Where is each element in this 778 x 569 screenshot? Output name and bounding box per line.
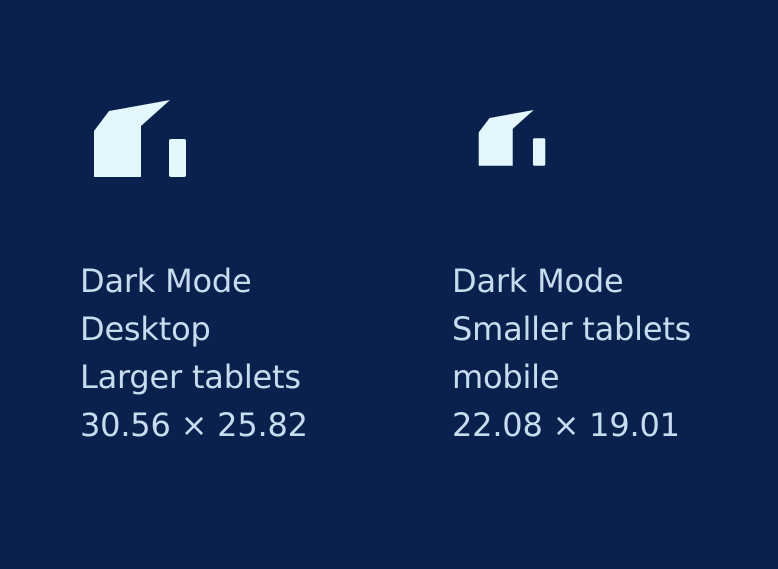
device-label-secondary: Larger tablets [80, 358, 301, 396]
device-label-secondary: mobile [452, 358, 560, 396]
dimensions-label: 22.08 × 19.01 [452, 406, 680, 444]
mode-label: Dark Mode [452, 262, 624, 300]
house-logo-icon [94, 100, 186, 177]
house-logo-bar [532, 138, 546, 166]
house-logo-icon [478, 110, 546, 166]
desktop-variant-caption: Dark Mode Desktop Larger tablets 30.56 ×… [80, 257, 308, 449]
house-logo-roof-shape [94, 100, 170, 177]
device-label: Desktop [80, 310, 211, 348]
mode-label: Dark Mode [80, 262, 252, 300]
dimensions-label: 30.56 × 25.82 [80, 406, 308, 444]
house-logo-bar [169, 139, 186, 177]
device-label: Smaller tablets [452, 310, 692, 348]
house-logo-roof-shape [478, 110, 534, 166]
mobile-variant-caption: Dark Mode Smaller tablets mobile 22.08 ×… [452, 257, 691, 449]
logo-size-spec-canvas: Dark Mode Desktop Larger tablets 30.56 ×… [0, 0, 778, 569]
